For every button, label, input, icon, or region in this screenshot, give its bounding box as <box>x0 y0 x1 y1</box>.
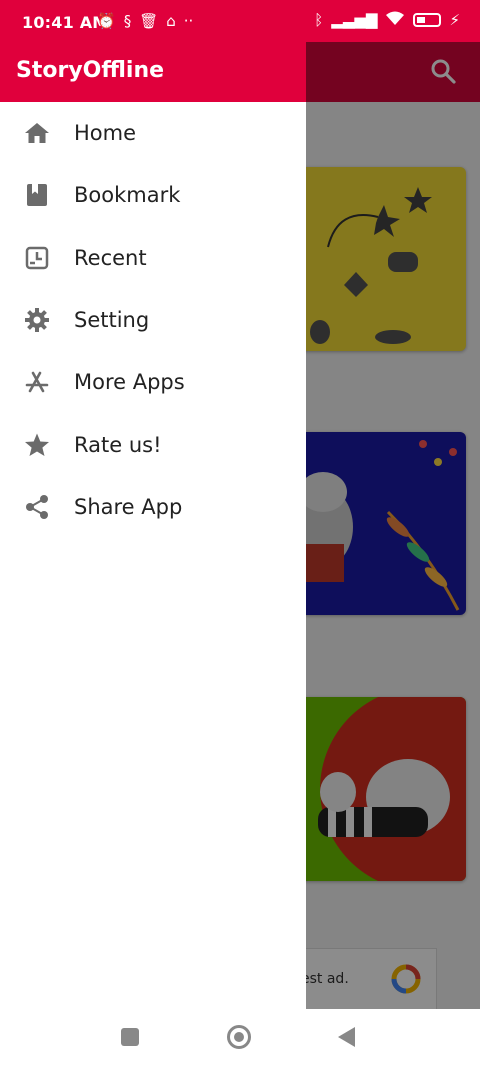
menu-item-setting[interactable]: Setting <box>0 289 306 351</box>
menu-item-share-app[interactable]: Share App <box>0 476 306 538</box>
alarm-icon: ⏰ <box>97 12 116 30</box>
menu-item-label: Bookmark <box>74 183 181 208</box>
status-right-icons: ᛒ ▂▃▅▇ ⚡ <box>314 10 460 30</box>
menu-item-home[interactable]: Home <box>0 102 306 164</box>
wifi-icon <box>385 10 405 30</box>
app-title: StoryOffline <box>16 58 165 83</box>
status-left-icons: ⏰ § 🗑 ⌂ ·· <box>97 12 193 30</box>
home-button[interactable] <box>227 1025 251 1049</box>
delete-icon: 🗑 <box>139 12 159 30</box>
menu-item-label: More Apps <box>74 370 185 395</box>
system-nav-bar <box>0 1009 480 1067</box>
star-icon <box>24 432 50 458</box>
app-store-icon <box>24 369 50 395</box>
recents-button[interactable] <box>121 1028 139 1046</box>
menu-item-bookmark[interactable]: Bookmark <box>0 164 306 226</box>
gear-icon <box>24 307 50 333</box>
bookmark-icon <box>24 182 50 208</box>
notification-icon: § <box>123 12 132 30</box>
menu-item-more-apps[interactable]: More Apps <box>0 351 306 413</box>
menu-item-label: Recent <box>74 245 147 270</box>
menu-item-label: Setting <box>74 308 150 333</box>
menu-item-label: Home <box>74 121 137 146</box>
status-bar: 10:41 AM ⏰ § 🗑 ⌂ ·· ᛒ ▂▃▅▇ ⚡ <box>0 0 480 42</box>
navigation-drawer: StoryOffline Home Bookmark Recent Settin… <box>0 42 306 1009</box>
home-icon <box>24 120 50 146</box>
menu-item-recent[interactable]: Recent <box>0 227 306 289</box>
signal-icon: ▂▃▅▇ <box>331 11 378 29</box>
back-button[interactable] <box>338 1027 355 1047</box>
menu-item-label: Rate us! <box>74 432 162 457</box>
drawer-menu: Home Bookmark Recent Setting More Apps R… <box>0 102 306 538</box>
status-time: 10:41 AM <box>22 13 109 32</box>
share-icon <box>24 494 50 520</box>
charging-icon: ⚡ <box>449 11 460 29</box>
menu-item-label: Share App <box>74 494 183 519</box>
menu-item-rate-us[interactable]: Rate us! <box>0 413 306 475</box>
drawer-header: StoryOffline <box>0 42 306 102</box>
battery-icon <box>413 13 442 27</box>
bluetooth-icon: ᛒ <box>314 11 324 29</box>
recent-icon <box>24 245 50 271</box>
more-dots-icon: ·· <box>183 12 194 30</box>
home-icon: ⌂ <box>166 12 176 30</box>
